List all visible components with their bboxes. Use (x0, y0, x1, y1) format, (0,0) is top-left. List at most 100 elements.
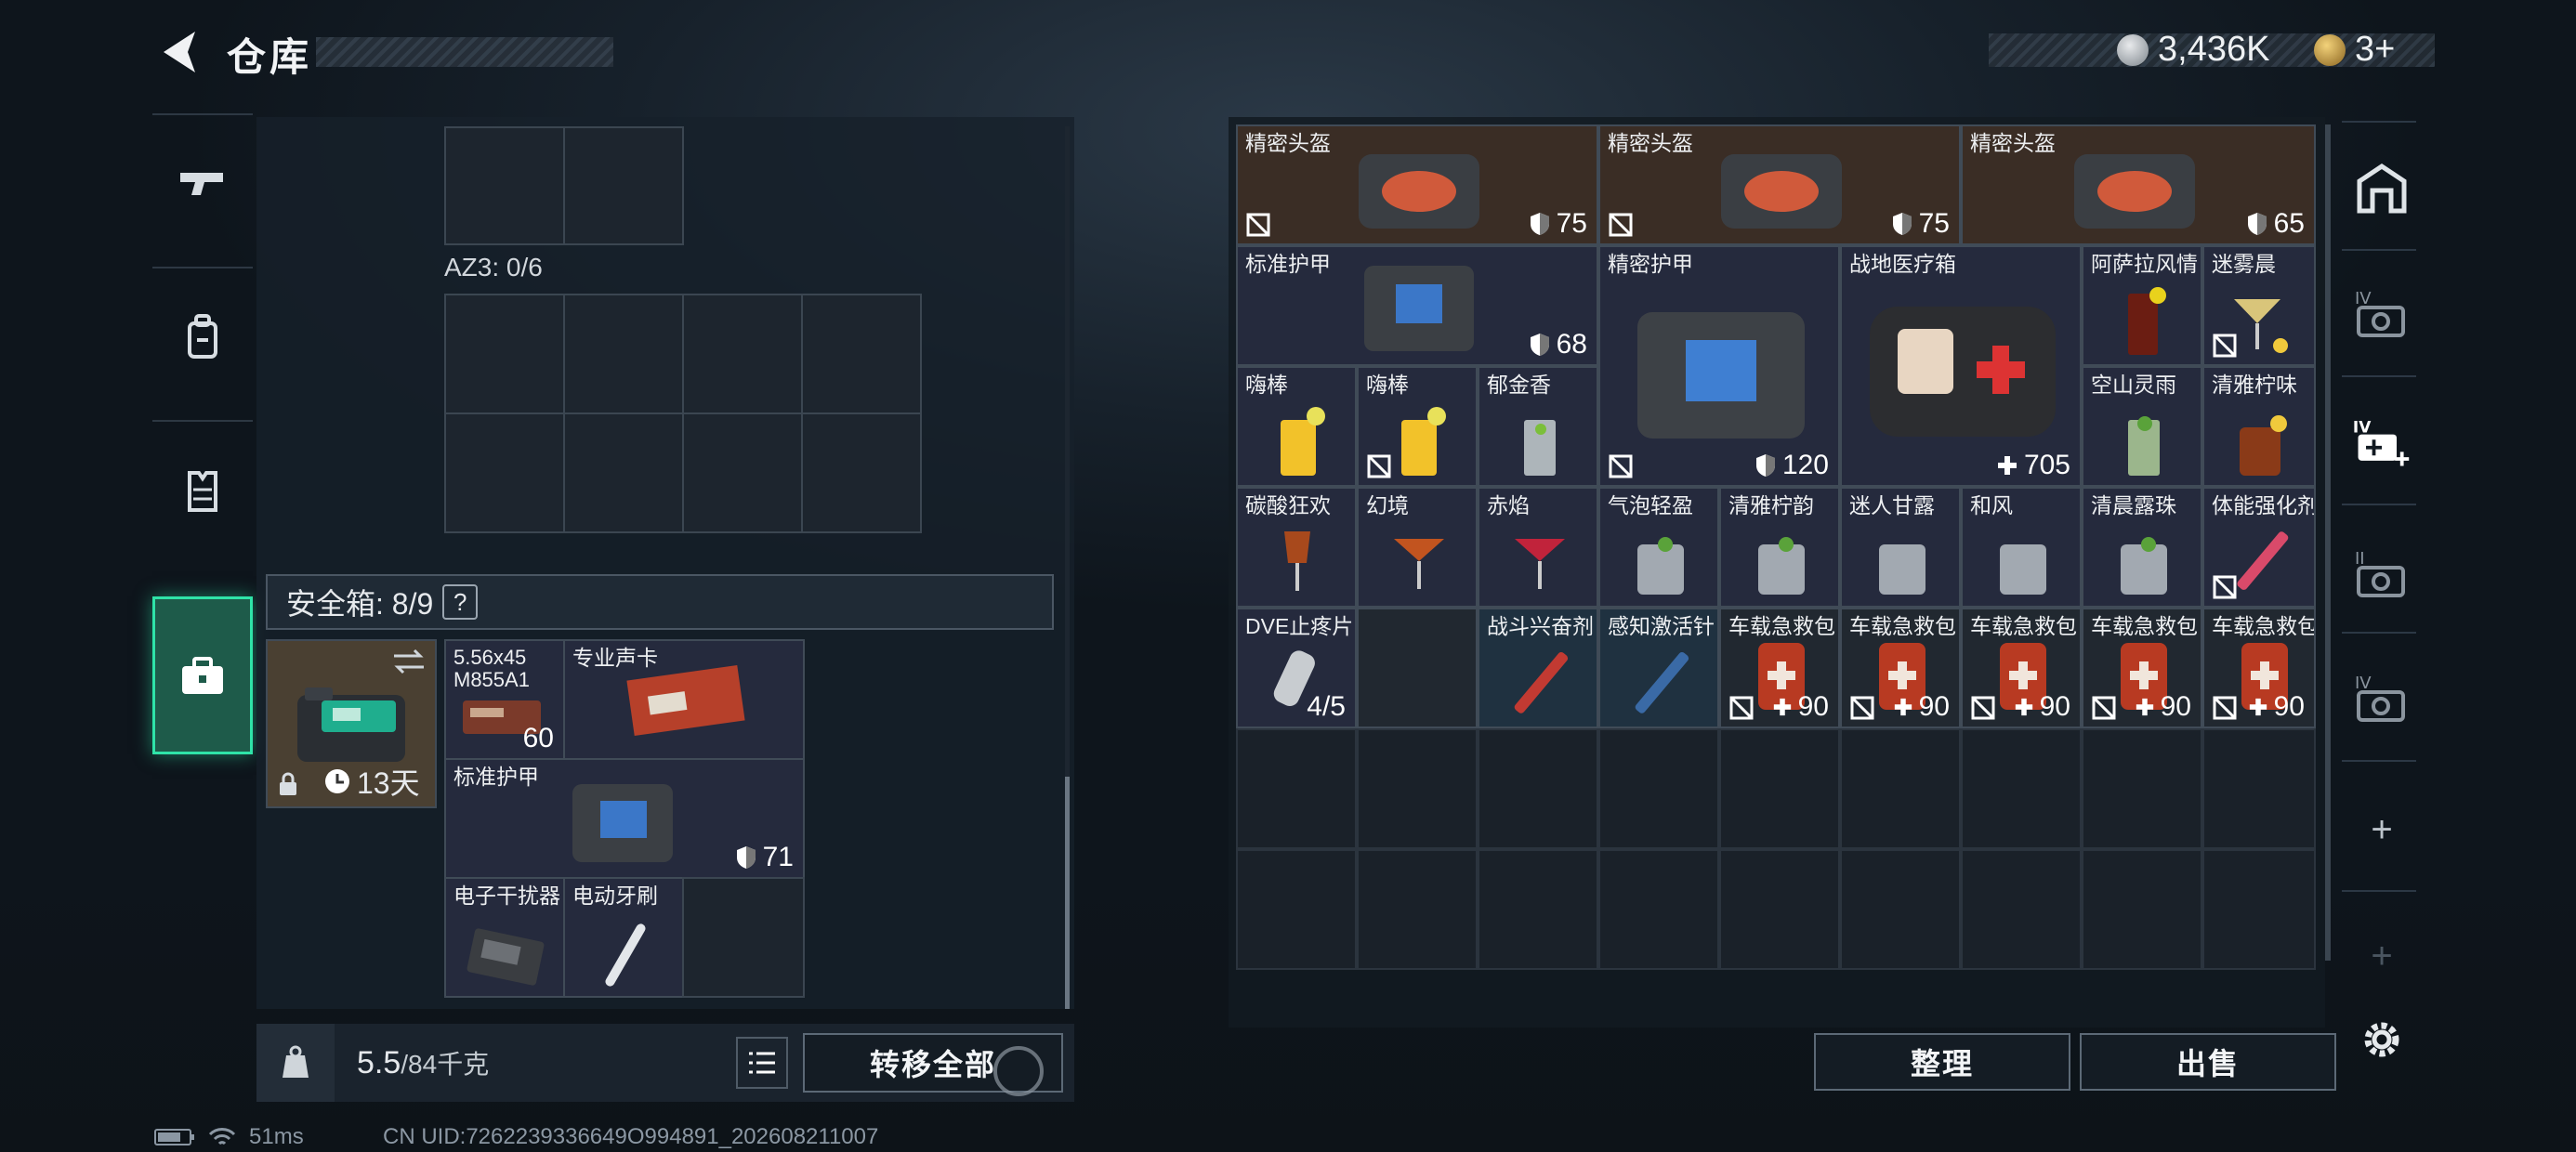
swap-icon[interactable] (390, 647, 427, 676)
item-name: 郁金香 (1487, 373, 1551, 397)
safebox-container[interactable]: 13天 (266, 639, 437, 808)
sidebar-tab-safebox[interactable] (152, 596, 253, 754)
item-ammo[interactable]: 5.56x45 M855A1 60 (444, 639, 565, 760)
item-drink[interactable]: 嗨棒 (1357, 366, 1478, 487)
grid-slot[interactable] (1357, 608, 1478, 728)
item-car-first-aid-kit[interactable]: 车载急救包 90 (1961, 608, 2082, 728)
item-car-first-aid-kit[interactable]: 车载急救包 90 (1840, 608, 1961, 728)
grid-slot[interactable] (682, 412, 803, 533)
warehouse-scrollbar[interactable] (2325, 124, 2331, 961)
grid-slot[interactable] (1598, 849, 1719, 970)
item-drink[interactable]: 清雅柠韵 (1719, 487, 1840, 608)
tier-ii-camera-tab[interactable]: II (2351, 543, 2412, 604)
item-drink[interactable]: 郁金香 (1478, 366, 1598, 487)
grid-slot[interactable] (1961, 849, 2082, 970)
grid-slot[interactable] (682, 877, 805, 998)
item-precision-helmet[interactable]: 精密头盔 65 (1961, 124, 2316, 245)
grid-slot[interactable] (1236, 728, 1357, 849)
grid-slot[interactable] (1478, 728, 1598, 849)
item-drink[interactable]: 空山灵雨 (2082, 366, 2202, 487)
item-name: 战地医疗箱 (1849, 252, 1956, 276)
list-view-button[interactable] (736, 1037, 788, 1089)
grid-slot[interactable] (801, 294, 922, 414)
back-arrow-icon[interactable] (156, 28, 203, 76)
grid-slot[interactable] (1357, 849, 1478, 970)
lock-icon (280, 772, 296, 795)
grid-slot[interactable] (444, 126, 565, 245)
grid-slot[interactable] (563, 294, 684, 414)
plus-icon[interactable]: + (2351, 799, 2412, 860)
item-drink[interactable]: 赤焰 (1478, 487, 1598, 608)
sidebar-tab-backpack[interactable] (152, 267, 253, 406)
sell-button[interactable]: 出售 (2080, 1033, 2336, 1091)
grid-slot[interactable] (2202, 849, 2316, 970)
grid-slot[interactable] (2082, 728, 2202, 849)
grid-slot[interactable] (2202, 728, 2316, 849)
item-drink[interactable]: 迷人甘露 (1840, 487, 1961, 608)
item-precision-armor[interactable]: 精密护甲 120 (1598, 245, 1840, 487)
grid-slot[interactable] (1236, 849, 1357, 970)
item-drink[interactable]: 气泡轻盈 (1598, 487, 1719, 608)
grid-slot[interactable] (1478, 849, 1598, 970)
item-drink[interactable]: 嗨棒 (1236, 366, 1357, 487)
heal-value: 705 (1996, 450, 2070, 481)
item-car-first-aid-kit[interactable]: 车载急救包 90 (2202, 608, 2316, 728)
grid-slot[interactable] (563, 412, 684, 533)
grid-slot[interactable] (1598, 728, 1719, 849)
item-drink[interactable]: 碳酸狂欢 (1236, 487, 1357, 608)
tier-iv-medkit-add-tab[interactable]: IV (2351, 412, 2412, 474)
item-drink[interactable]: 和风 (1961, 487, 2082, 608)
grid-slot[interactable] (682, 294, 803, 414)
organize-button[interactable]: 整理 (1814, 1033, 2070, 1091)
tier-iv-camera-tab[interactable]: IV (2351, 282, 2412, 344)
ticket-display[interactable]: 3+ (2314, 30, 2395, 70)
grid-slot[interactable] (801, 412, 922, 533)
coin-icon (2117, 33, 2149, 66)
item-drink[interactable]: 迷雾晨 (2202, 245, 2316, 366)
item-stim[interactable]: 战斗兴奋剂 (1478, 608, 1598, 728)
item-drink[interactable]: 幻境 (1357, 487, 1478, 608)
item-jammer[interactable]: 电子干扰器 (444, 877, 565, 998)
grid-slot[interactable] (1719, 849, 1840, 970)
shield-icon (1530, 213, 1549, 235)
settings-button[interactable] (2351, 1009, 2412, 1070)
item-syringe[interactable]: 体能强化剂 (2202, 487, 2316, 608)
item-painkiller[interactable]: DVE止疼片 4/5 (1236, 608, 1357, 728)
item-precision-helmet[interactable]: 精密头盔 75 (1236, 124, 1598, 245)
item-standard-armor[interactable]: 标准护甲 68 (1236, 245, 1598, 366)
item-stim[interactable]: 感知激活针 (1598, 608, 1719, 728)
item-name: 迷人甘露 (1849, 493, 1935, 517)
grid-slot[interactable] (1357, 728, 1478, 849)
item-car-first-aid-kit[interactable]: 车载急救包 90 (1719, 608, 1840, 728)
durability: 120 (1755, 450, 1829, 481)
grid-slot[interactable] (444, 412, 565, 533)
grid-slot[interactable] (2082, 849, 2202, 970)
tier-iv-camera-tab-2[interactable]: IV (2351, 667, 2412, 728)
item-drink[interactable]: 阿萨拉风情 (2082, 245, 2202, 366)
item-field-medkit[interactable]: 战地医疗箱 705 (1840, 245, 2082, 487)
grid-slot[interactable] (1719, 728, 1840, 849)
item-precision-helmet[interactable]: 精密头盔 75 (1598, 124, 1961, 245)
item-drink[interactable]: 清雅柠味 (2202, 366, 2316, 487)
safebox-icon (182, 657, 223, 694)
sidebar-tab-vest[interactable] (152, 420, 253, 559)
item-standard-armor[interactable]: 标准护甲 71 (444, 758, 805, 879)
sidebar-tab-weapons[interactable] (152, 113, 253, 253)
item-toothbrush[interactable]: 电动牙刷 (563, 877, 684, 998)
item-sound-card[interactable]: 专业声卡 (563, 639, 805, 760)
storage-tab[interactable] (2351, 158, 2412, 219)
uid-text: CN UID:7262239336649O994891_202608211007 (383, 1124, 879, 1149)
grid-slot[interactable] (1961, 728, 2082, 849)
grid-slot[interactable] (563, 126, 684, 245)
item-car-first-aid-kit[interactable]: 车载急救包 90 (2082, 608, 2202, 728)
grid-slot[interactable] (444, 294, 565, 414)
scrollbar-thumb[interactable] (1065, 777, 1070, 1009)
grid-slot[interactable] (1840, 728, 1961, 849)
grid-slot[interactable] (1840, 849, 1961, 970)
help-button[interactable]: ? (442, 584, 479, 620)
item-drink[interactable]: 清晨露珠 (2082, 487, 2202, 608)
drink-image (2000, 544, 2046, 595)
currency-display[interactable]: 3,436K (2117, 30, 2269, 70)
warehouse-items: 精密头盔 75 精密头盔 75 精密头盔 65 标准护甲 68 精密护甲 120… (1236, 124, 2316, 728)
tier-ii-camera-icon: II (2355, 549, 2405, 597)
